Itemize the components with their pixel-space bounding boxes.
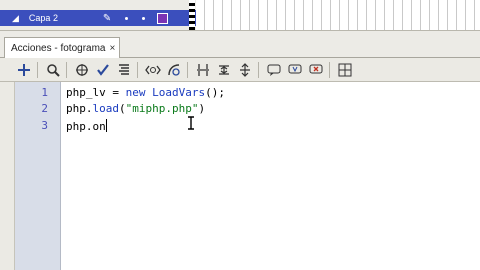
- toolbar-divider: [66, 61, 67, 78]
- debug-options-icon[interactable]: [165, 61, 183, 79]
- ibeam-cursor-icon: [188, 116, 194, 130]
- toolbar-divider: [187, 61, 188, 78]
- layer-row-selected[interactable]: ◢ Capa 2 ✎: [0, 10, 196, 26]
- code-editor[interactable]: 1 2 3 php_lv = new LoadVars(); php.load(…: [0, 82, 480, 270]
- line-number: 1: [41, 86, 48, 99]
- close-icon[interactable]: ×: [110, 43, 116, 54]
- toolbar-divider: [137, 61, 138, 78]
- collapse-selection-icon[interactable]: [215, 61, 233, 79]
- pencil-icon: ✎: [102, 12, 112, 24]
- code-token: php.: [66, 102, 93, 115]
- frame-ruler[interactable]: [196, 0, 480, 30]
- code-token: =: [105, 86, 126, 99]
- add-statement-icon[interactable]: [15, 61, 33, 79]
- keyword-token: new: [125, 86, 146, 99]
- code-token: ): [198, 102, 206, 115]
- layer-icon: ◢: [12, 12, 19, 23]
- check-syntax-icon[interactable]: [94, 61, 112, 79]
- tab-label: Acciones - fotograma: [11, 42, 106, 54]
- playhead-marker[interactable]: [189, 0, 195, 30]
- find-icon[interactable]: [44, 61, 62, 79]
- timeline-panel: ◢ Capa 2 ✎: [0, 0, 480, 31]
- apply-block-comment-icon[interactable]: [265, 61, 283, 79]
- code-token: (: [119, 102, 126, 115]
- toolbar-divider: [329, 61, 330, 78]
- tab-actions-frame[interactable]: Acciones - fotograma ×: [4, 37, 121, 58]
- toolbar-divider: [258, 61, 259, 78]
- code-line[interactable]: php.load("miphp.php"): [66, 102, 205, 115]
- code-token: php.on: [66, 120, 106, 133]
- remove-comment-icon[interactable]: [307, 61, 325, 79]
- layer-name[interactable]: Capa 2: [29, 13, 97, 23]
- auto-format-icon[interactable]: [115, 61, 133, 79]
- target-icon[interactable]: [73, 61, 91, 79]
- toolbar-divider: [37, 61, 38, 78]
- code-token: ();: [205, 86, 225, 99]
- visibility-dot[interactable]: [125, 16, 129, 20]
- actions-toolbar: [0, 58, 480, 82]
- string-token: "miphp.php": [125, 102, 199, 115]
- actions-toolbox-collapsed[interactable]: [0, 82, 15, 270]
- class-token: LoadVars: [152, 86, 206, 99]
- show-toolbox-icon[interactable]: [336, 61, 354, 79]
- code-line[interactable]: php.on: [66, 119, 107, 133]
- collapse-braces-icon[interactable]: [194, 61, 212, 79]
- apply-line-comment-icon[interactable]: [286, 61, 304, 79]
- lock-dot[interactable]: [142, 16, 146, 20]
- panel-tab-row: Acciones - fotograma ×: [0, 31, 480, 58]
- code-hint-icon[interactable]: [144, 61, 162, 79]
- method-token: load: [92, 102, 120, 115]
- code-token: php_lv: [66, 86, 106, 99]
- outline-color-swatch[interactable]: [157, 12, 169, 24]
- line-number: 2: [41, 102, 48, 115]
- code-line[interactable]: php_lv = new LoadVars();: [66, 86, 225, 99]
- expand-all-icon[interactable]: [236, 61, 254, 79]
- text-caret: [105, 119, 107, 132]
- line-number: 3: [41, 119, 48, 132]
